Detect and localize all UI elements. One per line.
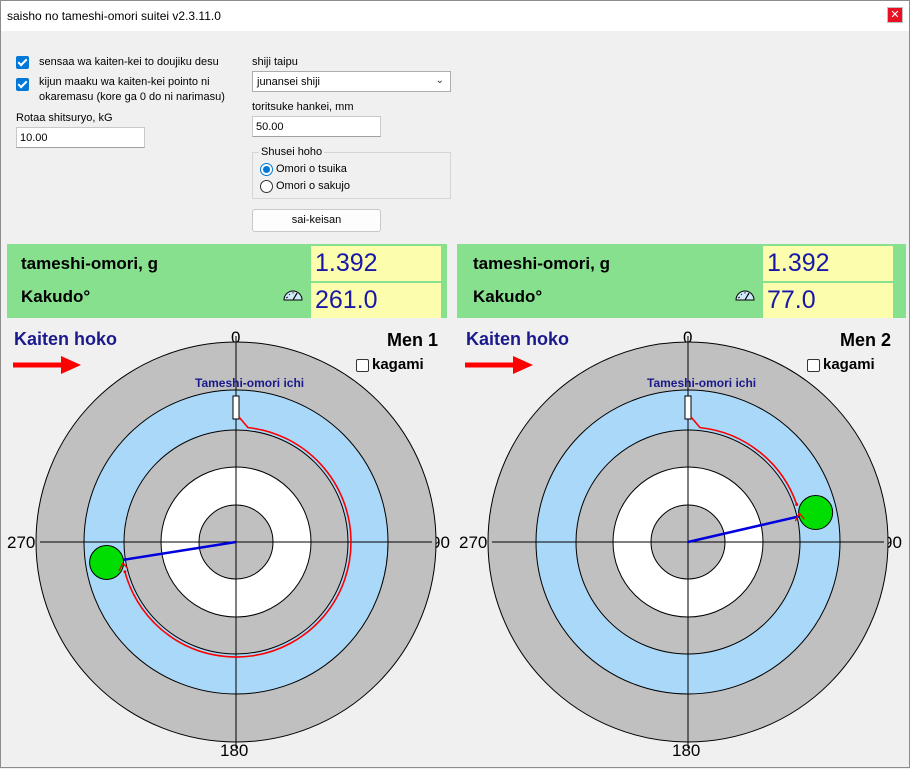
sensor-coaxial-label: sensaa wa kaiten-kei to doujiku desu: [39, 56, 219, 68]
plane1-angle-value: 261.0: [311, 283, 441, 318]
plane1-angle-label: Kakudo°: [21, 287, 91, 306]
add-weight-label: Omori o tsuika: [276, 163, 347, 175]
app-window: saisho no tameshi-omori suitei v2.3.11.0…: [0, 0, 910, 768]
plane1-mass-value: 1.392: [311, 246, 441, 281]
title-bar: saisho no tameshi-omori suitei v2.3.11.0…: [1, 1, 909, 31]
remove-weight-radio[interactable]: [260, 180, 273, 193]
plane2-position-label: Tameshi-omori ichi: [647, 376, 757, 390]
support-type-label: shiji taipu: [252, 56, 298, 68]
plane2-angle-label: Kakudo°: [473, 287, 543, 306]
plane2-mass-label: tameshi-omori, g: [473, 254, 610, 273]
add-weight-radio[interactable]: [260, 163, 273, 176]
reference-mark-label-line2: okaremasu (kore ga 0 do ni narimasu): [39, 91, 225, 103]
support-type-select[interactable]: junansei shiji ⌄: [252, 71, 451, 92]
chevron-down-icon: ⌄: [435, 75, 444, 86]
reference-marker: [232, 395, 240, 420]
close-icon[interactable]: ✕: [887, 7, 903, 23]
correction-method-legend: Shusei hoho: [259, 146, 325, 158]
sensor-coaxial-checkbox[interactable]: [16, 56, 29, 69]
plane1-chart-area: Kaiten hoko Men 1 kagami 0 90 180 270 Ta…: [1, 321, 456, 769]
arc-arrowhead: [795, 503, 799, 507]
plane2-mass-value: 1.392: [763, 246, 893, 281]
rotor-mass-label: Rotaa shitsuryo, kG: [16, 112, 113, 124]
rotor-mass-input[interactable]: 10.00: [16, 127, 145, 148]
recalculate-button[interactable]: sai-keisan: [252, 209, 381, 232]
reference-mark-checkbox[interactable]: [16, 78, 29, 91]
protractor-icon: [735, 290, 755, 301]
plane2-chart-area: Kaiten hoko Men 2 kagami 0 90 180 270 Ta…: [456, 321, 910, 769]
radius-input[interactable]: 50.00: [252, 116, 381, 137]
reference-marker: [684, 395, 692, 420]
plane2-angle-value: 77.0: [763, 283, 893, 318]
radius-label: toritsuke hankei, mm: [252, 101, 354, 113]
arc-arrowhead: [123, 570, 127, 574]
window-title: saisho no tameshi-omori suitei v2.3.11.0: [7, 9, 221, 23]
trial-weight-marker: [89, 544, 125, 580]
plane1-mass-label: tameshi-omori, g: [21, 254, 158, 273]
plane1-position-label: Tameshi-omori ichi: [195, 376, 305, 390]
support-type-value: junansei shiji: [257, 76, 320, 88]
reference-mark-label-line1: kijun maaku wa kaiten-kei pointo ni: [39, 76, 210, 88]
trial-weight-marker: [798, 495, 834, 531]
remove-weight-label: Omori o sakujo: [276, 180, 350, 192]
plane2-result-panel: tameshi-omori, g Kakudo° 1.392 77.0: [457, 244, 906, 318]
plane1-result-panel: tameshi-omori, g Kakudo° 1.392 261.0: [7, 244, 447, 318]
protractor-icon: [283, 290, 303, 301]
